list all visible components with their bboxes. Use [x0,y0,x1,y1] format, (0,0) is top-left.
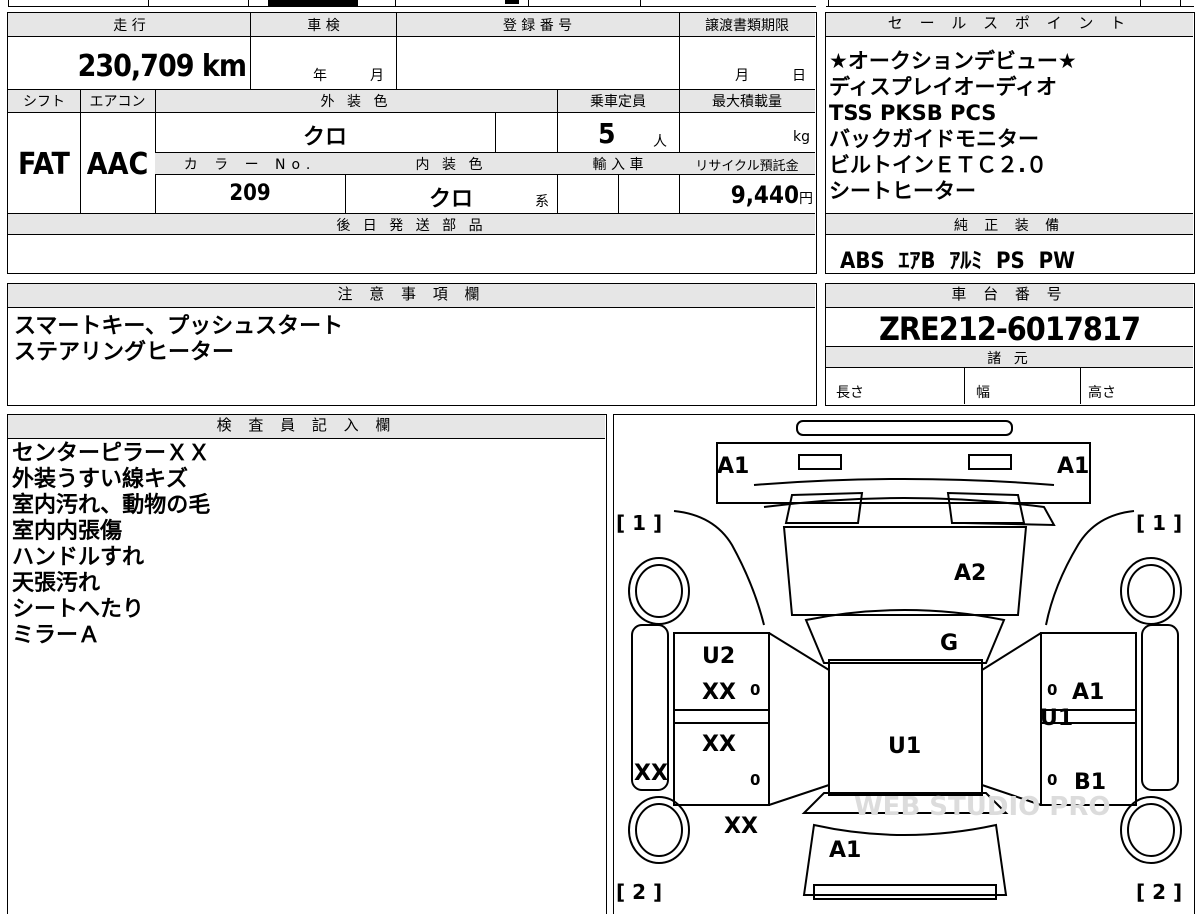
transfer-label: 譲渡書類期限 [705,18,789,34]
sales-point-item: TSS PKSB PCS [829,101,997,125]
inspector-line: 天張汚れ [12,571,101,596]
interior-label: 内 装 色 [415,157,487,173]
shift-value: FAT [18,147,70,182]
inspection-label: 車 検 [307,18,340,34]
aircon-label: エアコン [89,94,146,110]
mark-trunk: A1 [829,838,861,863]
color-no-label: カ ラ ー No. [183,157,317,173]
inspection-year-unit: 年 [313,68,327,84]
inspector-line: 室内内張傷 [12,519,123,544]
capacity-value: 5 [598,117,616,150]
notes-list: スマートキー、プッシュスタート ステアリングヒーター [14,314,343,366]
mark-right-front-door: A1 [1072,680,1104,705]
chassis-box: 車 台 番 号 ZRE212-6017817 諸 元 長さ 幅 高さ [825,283,1195,406]
recycle-label: リサイクル預託金 [695,159,799,174]
length-label: 長さ [836,385,864,401]
specs-title: 諸 元 [987,351,1032,367]
sales-points-title: セ ー ル ス ポ イ ン ト [826,13,1193,37]
notes-box: 注 意 事 項 欄 スマートキー、プッシュスタート ステアリングヒーター [7,283,817,406]
inspector-box: 検 査 員 記 入 欄 センターピラーＸＸ 外装うすい線キズ 室内汚れ、動物の毛… [7,414,607,914]
capacity-label: 乗車定員 [590,94,646,110]
mark-left-rear-door: XX [702,732,736,757]
inspector-line: ミラーＡ [12,623,101,648]
sales-point-item: バックガイドモニター [829,127,1039,151]
transfer-month-unit: 月 [735,68,749,84]
sales-point-item: ビルトインＥＴＣ２.０ [829,153,1047,177]
interior-suffix: 系 [535,194,549,210]
notes-title: 注 意 事 項 欄 [8,284,815,308]
mark-left-front-door: U2 [702,644,735,669]
mark-left-rocker: XX [634,761,668,786]
width-label: 幅 [976,385,990,401]
mark-zero: 0 [1047,681,1057,699]
mileage-label: 走 行 [113,18,146,34]
sales-point-item: ディスプレイオーディオ [829,75,1058,99]
inspector-line: シートへたり [12,597,145,622]
inspector-line: ハンドルすれ [12,545,145,570]
later-parts-label: 後 日 発 送 部 品 [336,218,487,234]
interior-color: クロ [428,187,473,212]
mark-front-right: A1 [1057,454,1089,479]
sales-point-item: ★オークションデビュー★ [829,49,1077,73]
watermark: WEB STUDIO PRO [854,792,1110,822]
max-load-label: 最大積載量 [712,94,782,110]
height-label: 高さ [1088,385,1116,401]
mark-tire-rr: [ 2 ] [1136,880,1182,904]
exterior-label: 外 装 色 [320,94,392,110]
note-line: ステアリングヒーター [14,340,235,365]
mark-right-pillar: U1 [1040,706,1073,731]
mark-zero: 0 [750,771,760,789]
mark-zero: 0 [1047,771,1057,789]
spec-table: 走 行 車 検 登 録 番 号 譲渡書類期限 230,709 km 年 月 月 … [7,12,817,274]
top-strip [0,0,1200,8]
note-line: スマートキー、プッシュスタート [14,314,344,339]
mark-hood-rear: G [940,631,958,656]
mark-front-left: A1 [717,454,749,479]
import-label: 輸 入 車 [592,157,644,173]
capacity-unit: 人 [653,134,667,150]
transfer-day-unit: 日 [792,68,806,84]
inspector-line: 外装うすい線キズ [12,467,189,492]
sales-points-list: ★オークションデビュー★ ディスプレイオーディオ TSS PKSB PCS バッ… [829,48,1191,204]
color-no-value: 209 [229,181,271,206]
inspector-line: センターピラーＸＸ [12,441,211,466]
chassis-number: ZRE212-6017817 [879,310,1141,348]
mileage-value: 230,709 km [77,49,247,84]
shift-label: シフト [23,94,65,110]
mark-zero: 0 [750,681,760,699]
car-diagram-box: A1 A1 [ 1 ] [ 1 ] A2 G U2 XX XX XX XX U1… [613,414,1195,914]
inspector-title: 検 査 員 記 入 欄 [8,415,605,439]
sales-point-item: シートヒーター [829,179,976,203]
equipment-title: 純 正 装 備 [953,218,1066,234]
inspector-list: センターピラーＸＸ 外装うすい線キズ 室内汚れ、動物の毛 室内内張傷 ハンドルす… [12,441,210,649]
mark-tire-rl: [ 2 ] [616,880,662,904]
mark-roof: U1 [888,734,921,759]
max-load-unit: kg [793,129,810,145]
exterior-color: クロ [302,125,347,150]
inspection-month-unit: 月 [370,68,384,84]
registration-label: 登 録 番 号 [502,18,573,34]
mark-tire-fr: [ 1 ] [1136,511,1182,535]
car-diagram: A1 A1 [ 1 ] [ 1 ] A2 G U2 XX XX XX XX U1… [616,420,1182,904]
sales-points-box: セ ー ル ス ポ イ ン ト ★オークションデビュー★ ディスプレイオーディオ… [825,12,1195,274]
inspector-line: 室内汚れ、動物の毛 [12,493,211,518]
mark-windshield: A2 [954,561,986,586]
equipment-items: ABS ｴｱB ｱﾙﾐ PS PW [840,249,1075,274]
recycle-value: 9,440円 [730,181,813,209]
mark-tire-fl: [ 1 ] [616,511,662,535]
mark-left-quarter: XX [724,814,758,839]
aircon-value: AAC [86,147,149,182]
chassis-title: 車 台 番 号 [826,284,1193,308]
mark-left-front-door2: XX [702,680,736,705]
